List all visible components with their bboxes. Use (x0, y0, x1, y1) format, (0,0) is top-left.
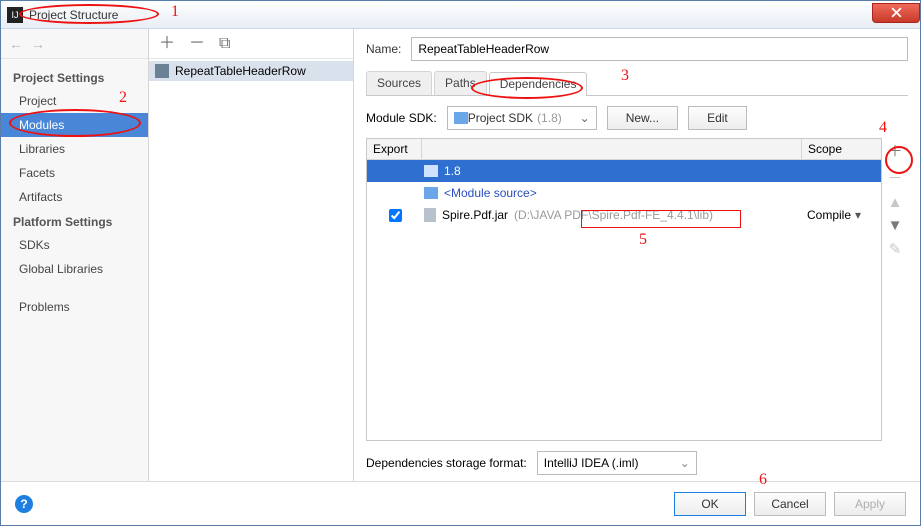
move-down-icon[interactable]: ▼ (888, 217, 903, 234)
tab-dependencies[interactable]: Dependencies (489, 72, 588, 96)
dependencies-table: Export Scope 1.8 (366, 138, 882, 441)
sidebar-item-global-libraries[interactable]: Global Libraries (1, 257, 148, 281)
folder-icon (424, 187, 438, 199)
jar-icon (424, 208, 436, 222)
nav-forward-icon[interactable]: → (31, 36, 45, 52)
name-label: Name: (366, 42, 401, 56)
dep-row-jar[interactable]: Spire.Pdf.jar (D:\JAVA PDF\Spire.Pdf-FE_… (367, 204, 881, 226)
module-icon (155, 64, 169, 78)
sidebar-item-modules[interactable]: Modules (1, 113, 148, 137)
apply-button[interactable]: Apply (834, 492, 906, 516)
sidebar-item-project[interactable]: Project (1, 89, 148, 113)
module-name-input[interactable] (411, 37, 908, 61)
settings-sidebar: ← → Project Settings Project Modules Lib… (1, 29, 149, 481)
sidebar-item-artifacts[interactable]: Artifacts (1, 185, 148, 209)
window-title: Project Structure (29, 8, 118, 22)
chevron-down-icon: ▾ (855, 208, 861, 222)
title-bar: IJ Project Structure (1, 1, 920, 29)
module-sdk-dropdown[interactable]: Project SDK (1.8) ⌄ (447, 106, 597, 130)
tab-paths[interactable]: Paths (434, 71, 487, 95)
window-close-button[interactable] (872, 3, 920, 23)
dialog-button-bar: ? OK Cancel Apply (1, 481, 920, 525)
copy-module-icon[interactable]: ⧉ (219, 36, 230, 52)
sidebar-item-facets[interactable]: Facets (1, 161, 148, 185)
column-scope[interactable]: Scope (801, 139, 881, 159)
section-header-project-settings: Project Settings (1, 65, 148, 89)
add-module-icon[interactable]: ＋ (159, 36, 175, 52)
edit-sdk-button[interactable]: Edit (688, 106, 747, 130)
sidebar-item-libraries[interactable]: Libraries (1, 137, 148, 161)
module-sdk-label: Module SDK: (366, 111, 437, 125)
help-icon[interactable]: ? (15, 495, 33, 513)
module-list-pane: ＋ － ⧉ RepeatTableHeaderRow (149, 29, 354, 481)
section-header-platform-settings: Platform Settings (1, 209, 148, 233)
folder-icon (454, 112, 468, 124)
dep-row-module-source[interactable]: <Module source> (367, 182, 881, 204)
move-up-icon[interactable]: ▲ (888, 194, 903, 211)
storage-format-dropdown[interactable]: IntelliJ IDEA (.iml) ⌄ (537, 451, 697, 475)
edit-dependency-icon[interactable]: ✎ (889, 240, 902, 258)
app-icon: IJ (7, 7, 23, 23)
chevron-down-icon: ⌄ (580, 111, 590, 125)
export-checkbox[interactable] (389, 209, 402, 222)
tab-sources[interactable]: Sources (366, 71, 432, 95)
chevron-down-icon: ⌄ (680, 456, 690, 470)
scope-dropdown[interactable]: Compile ▾ (801, 208, 881, 222)
remove-module-icon[interactable]: － (189, 36, 205, 52)
module-details: Name: Sources Paths Dependencies Module … (354, 29, 920, 481)
module-item[interactable]: RepeatTableHeaderRow (149, 61, 353, 81)
cancel-button[interactable]: Cancel (754, 492, 826, 516)
remove-dependency-icon[interactable]: － (887, 167, 902, 188)
module-name: RepeatTableHeaderRow (175, 64, 306, 78)
sidebar-item-sdks[interactable]: SDKs (1, 233, 148, 257)
nav-back-icon[interactable]: ← (9, 36, 23, 52)
column-export[interactable]: Export (367, 139, 422, 159)
new-sdk-button[interactable]: New... (607, 106, 678, 130)
sidebar-item-problems[interactable]: Problems (1, 295, 148, 319)
folder-icon (424, 165, 438, 177)
ok-button[interactable]: OK (674, 492, 746, 516)
storage-format-label: Dependencies storage format: (366, 456, 527, 470)
module-tabs: Sources Paths Dependencies (366, 71, 908, 96)
dep-row-sdk[interactable]: 1.8 (367, 160, 881, 182)
add-dependency-icon[interactable]: ＋ (887, 140, 902, 161)
